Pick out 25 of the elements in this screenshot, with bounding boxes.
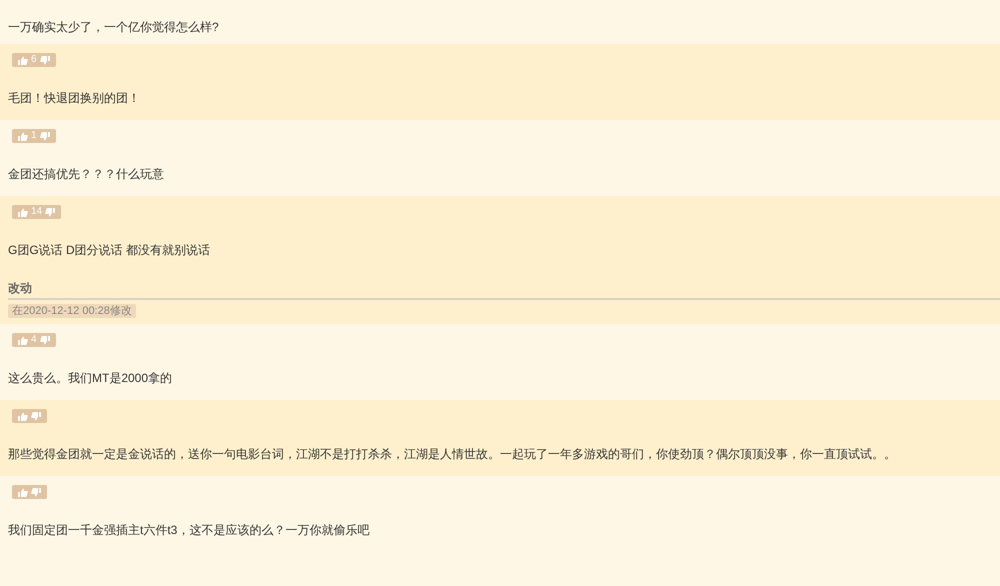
edit-label: 改动 bbox=[8, 280, 1000, 300]
thumbs-up-icon[interactable] bbox=[18, 336, 28, 344]
comment-text: 我们固定团一千金强插主t六件t3，这不是应该的么？一万你就偷乐吧 bbox=[8, 522, 370, 538]
vote-count: 1 bbox=[31, 131, 37, 141]
thumbs-up-icon[interactable] bbox=[18, 56, 28, 64]
thumbs-down-icon[interactable] bbox=[40, 132, 50, 140]
comment-text: 这么贵么。我们MT是2000拿的 bbox=[8, 370, 174, 386]
comment-text: 金团还搞优先？？？什么玩意 bbox=[8, 166, 165, 182]
thumbs-down-icon[interactable] bbox=[31, 488, 41, 496]
thumbs-down-icon[interactable] bbox=[31, 412, 41, 420]
thumbs-up-icon[interactable] bbox=[18, 488, 28, 496]
comment-text: 一万确实太少了，一个亿你觉得怎么样? bbox=[8, 19, 220, 35]
vote-count: 14 bbox=[31, 207, 42, 217]
thumbs-up-icon[interactable] bbox=[18, 412, 28, 420]
vote-count: 6 bbox=[31, 55, 37, 65]
comment-text: 毛团！快退团换别的团！ bbox=[8, 90, 141, 106]
thumbs-up-icon[interactable] bbox=[18, 132, 28, 140]
comment-text: G团G说话 D团分说话 都没有就别说话 bbox=[8, 242, 212, 258]
thumbs-down-icon[interactable] bbox=[40, 56, 50, 64]
edit-timestamp: 在2020-12-12 00:28修改 bbox=[8, 304, 136, 318]
thumbs-down-icon[interactable] bbox=[40, 336, 50, 344]
comment-text: 那些觉得金团就一定是金说话的，送你一句电影台词，江湖不是打打杀杀，江湖是人情世故。一起玩了一年多游戏的哥们，你使劲顶？偶尔顶顶没事，你一直顶试试。。 bbox=[8, 446, 897, 462]
thumbs-down-icon[interactable] bbox=[45, 208, 56, 216]
vote-count: 4 bbox=[31, 335, 37, 345]
thumbs-up-icon[interactable] bbox=[18, 208, 28, 216]
